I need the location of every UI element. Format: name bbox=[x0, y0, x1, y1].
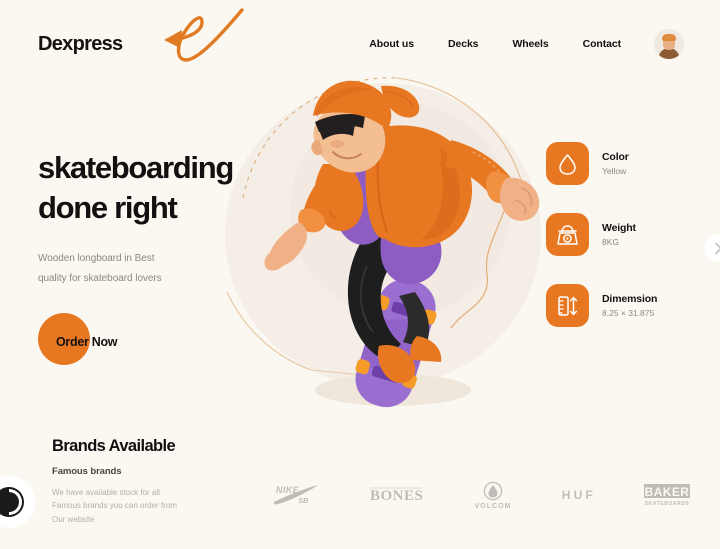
nav-item-about-us[interactable]: About us bbox=[352, 32, 431, 56]
avatar-hair bbox=[662, 34, 676, 41]
spec-color-text: Color Yellow bbox=[602, 151, 629, 176]
nav-item-decks[interactable]: Decks bbox=[431, 32, 495, 56]
order-now-label[interactable]: Order Now bbox=[38, 335, 118, 349]
svg-text:VOLCOM: VOLCOM bbox=[474, 503, 511, 510]
nav-item-contact[interactable]: Contact bbox=[566, 32, 638, 56]
hero-copy: skateboarding done right Wooden longboar… bbox=[38, 148, 308, 288]
brand-logo-list: NIKE SB BONES VOLCOM HUF BAKER SKATEBOAR… bbox=[272, 472, 692, 518]
site-header: Dexpress About us Decks Wheels Contact bbox=[0, 0, 720, 88]
accessibility-contrast-button[interactable] bbox=[0, 476, 35, 528]
spec-dimension[interactable]: Dimemsion 8.25 × 31.875 bbox=[546, 284, 668, 327]
contrast-circle-icon bbox=[0, 487, 24, 517]
brand-logo[interactable]: Dexpress bbox=[38, 33, 123, 56]
brand-logo-bones[interactable]: BONES bbox=[368, 484, 424, 506]
main-navigation: About us Decks Wheels Contact bbox=[352, 29, 684, 59]
brand-logo-volcom[interactable]: VOLCOM bbox=[470, 480, 516, 510]
brands-title: Brands Available bbox=[52, 437, 176, 455]
brands-body-line-1: We have available stock for all bbox=[52, 488, 160, 497]
ruler-icon bbox=[546, 284, 589, 327]
order-now-button[interactable]: Order Now bbox=[38, 313, 118, 371]
svg-text:SB: SB bbox=[298, 496, 309, 505]
headline-line-2: done right bbox=[38, 189, 178, 225]
spec-weight-text: Weight 8KG bbox=[602, 222, 636, 247]
brand-logo-baker[interactable]: BAKER SKATEBOARDS bbox=[642, 481, 692, 509]
spec-color[interactable]: Color Yellow bbox=[546, 142, 668, 185]
headline-line-1: skateboarding bbox=[38, 150, 234, 185]
brands-body-line-2: Famous brands you can order from bbox=[52, 501, 177, 511]
spec-weight[interactable]: Weight 8KG bbox=[546, 213, 668, 256]
subtitle-line-2: quality for skateboard lovers bbox=[38, 272, 162, 284]
chevron-right-icon bbox=[714, 242, 720, 254]
spec-color-value: Yellow bbox=[602, 166, 627, 176]
svg-text:BAKER: BAKER bbox=[645, 485, 690, 499]
brands-subtitle: Famous brands bbox=[52, 466, 122, 477]
scale-icon bbox=[546, 213, 589, 256]
next-slide-button[interactable] bbox=[704, 234, 720, 262]
brands-body-line-3: Our website bbox=[52, 514, 95, 524]
hero-subtitle: Wooden longboard in Best quality for ska… bbox=[38, 249, 308, 288]
spec-dimension-title: Dimemsion bbox=[602, 293, 658, 305]
droplet-icon bbox=[546, 142, 589, 185]
user-avatar[interactable] bbox=[654, 29, 684, 59]
brands-description: We have available stock for all Famous b… bbox=[52, 486, 252, 526]
spec-dimension-text: Dimemsion 8.25 × 31.875 bbox=[602, 293, 657, 318]
page-title: skateboarding done right bbox=[38, 148, 308, 227]
nav-item-wheels[interactable]: Wheels bbox=[495, 32, 565, 56]
brands-section: Brands Available Famous brands We have a… bbox=[52, 437, 252, 526]
svg-text:BONES: BONES bbox=[370, 488, 423, 504]
subtitle-line-1: Wooden longboard in Best bbox=[38, 253, 155, 265]
brand-logo-nike-sb[interactable]: NIKE SB bbox=[272, 482, 322, 508]
landing-page: Dexpress About us Decks Wheels Contact s… bbox=[0, 0, 720, 549]
spec-weight-value: 8KG bbox=[602, 237, 620, 247]
spec-weight-title: Weight bbox=[602, 222, 636, 234]
product-specs: Color Yellow Weight 8KG Dimemsion 8.25 ×… bbox=[546, 142, 668, 327]
spec-color-title: Color bbox=[602, 151, 629, 163]
brand-logo-huf[interactable]: HUF bbox=[562, 488, 596, 502]
svg-text:SKATEBOARDS: SKATEBOARDS bbox=[645, 501, 690, 507]
spec-dimension-value: 8.25 × 31.875 bbox=[602, 308, 655, 318]
huf-wordmark: HUF bbox=[561, 488, 597, 502]
